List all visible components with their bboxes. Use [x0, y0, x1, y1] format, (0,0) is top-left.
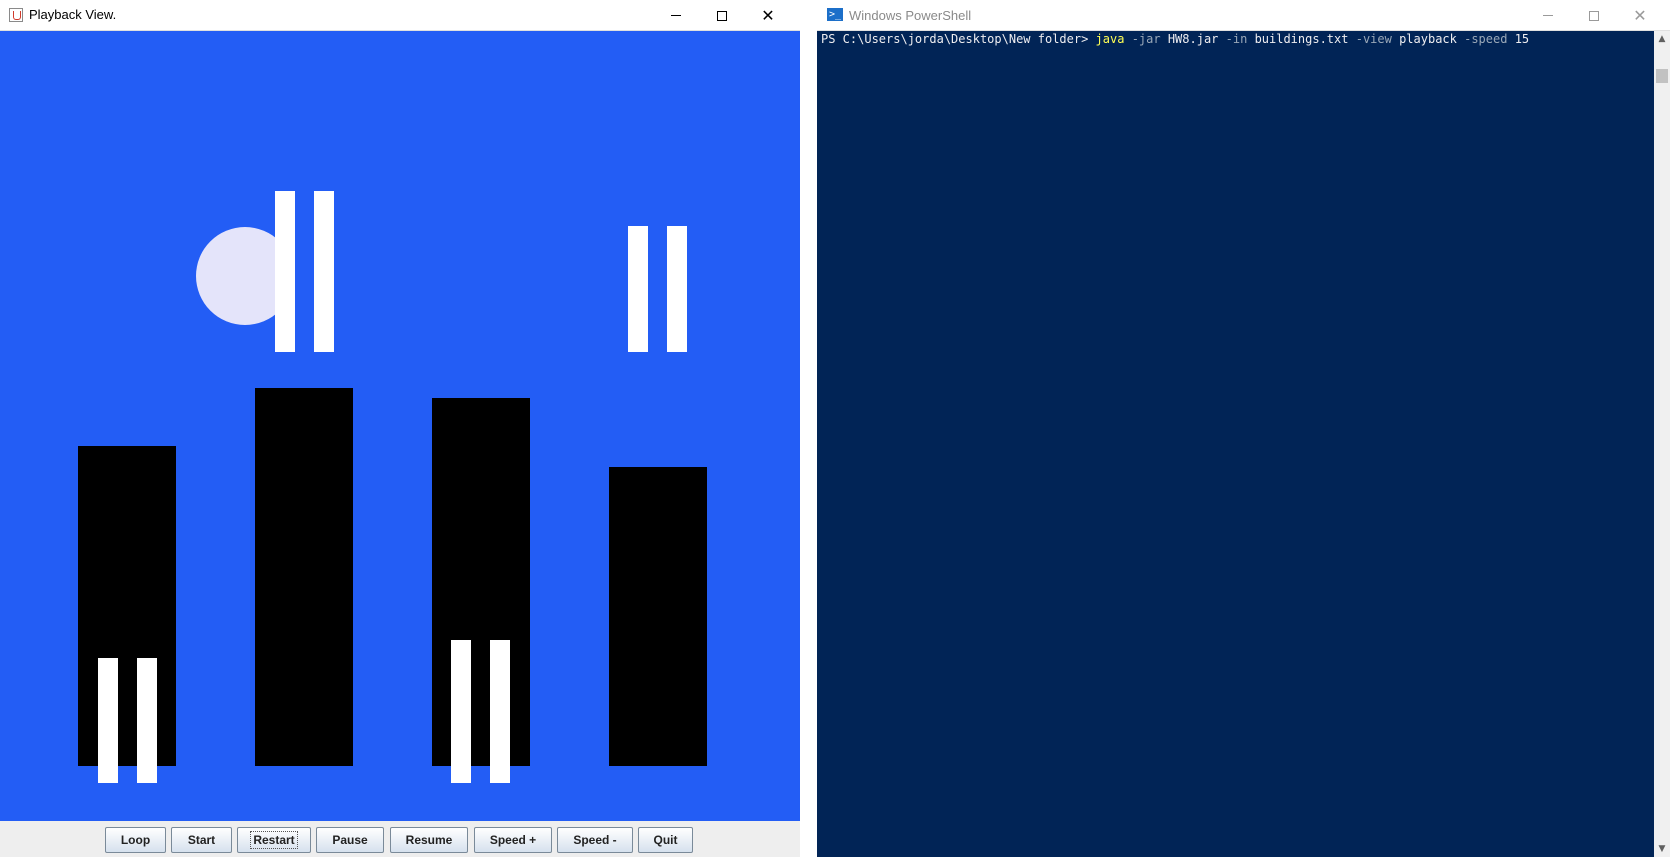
powershell-title: Windows PowerShell: [849, 8, 972, 23]
close-button[interactable]: ✕: [1617, 0, 1663, 31]
building-rect: [78, 446, 176, 766]
speed-up-button[interactable]: Speed +: [474, 827, 552, 853]
command-param: -jar: [1131, 32, 1161, 46]
window-rect: [667, 226, 687, 352]
window-rect: [628, 226, 648, 352]
maximize-button[interactable]: [699, 0, 745, 31]
command-arg: 15: [1514, 32, 1530, 46]
command-name: java: [1095, 32, 1125, 46]
building-rect: [255, 388, 353, 766]
scroll-down-icon[interactable]: ▼: [1654, 841, 1670, 857]
console-prompt: PS C:\Users\jorda\Desktop\New folder>: [821, 32, 1096, 46]
loop-button[interactable]: Loop: [105, 827, 166, 853]
window-title: Playback View.: [29, 7, 117, 22]
speed-down-button[interactable]: Speed -: [557, 827, 633, 853]
command-arg: playback: [1399, 32, 1457, 46]
minimize-button[interactable]: [653, 0, 699, 31]
close-button[interactable]: ✕: [745, 0, 791, 31]
powershell-window: >_ Windows PowerShell ✕ PS C:\Users\jord…: [817, 0, 1670, 857]
control-button-bar: Loop Start Restart Pause Resume Speed + …: [0, 821, 800, 857]
restart-button[interactable]: Restart: [237, 827, 311, 853]
quit-button[interactable]: Quit: [638, 827, 693, 853]
vertical-scrollbar[interactable]: ▲ ▼: [1654, 31, 1670, 857]
pause-button[interactable]: Pause: [316, 827, 384, 853]
building-rect: [609, 467, 707, 766]
console-output[interactable]: PS C:\Users\jorda\Desktop\New folder> ja…: [821, 31, 1654, 858]
command-arg: buildings.txt: [1254, 32, 1349, 46]
command-param: -view: [1355, 32, 1392, 46]
scroll-up-icon[interactable]: ▲: [1654, 31, 1670, 47]
window-rect: [275, 191, 295, 352]
playback-window: Playback View. ✕ Loop Start Restart Paus…: [0, 0, 800, 857]
start-button[interactable]: Start: [171, 827, 232, 853]
window-rect: [98, 658, 118, 783]
scrollbar-thumb[interactable]: [1656, 69, 1668, 83]
building-rect: [432, 398, 530, 766]
window-rect: [314, 191, 334, 352]
animation-canvas: [0, 31, 800, 821]
window-rect: [490, 640, 510, 783]
command-arg: HW8.jar: [1167, 32, 1219, 46]
resume-button[interactable]: Resume: [390, 827, 468, 853]
command-param: -speed: [1464, 32, 1508, 46]
maximize-button[interactable]: [1571, 0, 1617, 31]
powershell-titlebar[interactable]: >_ Windows PowerShell ✕: [817, 0, 1670, 31]
window-rect: [137, 658, 157, 783]
powershell-app-icon: >_: [827, 8, 843, 21]
window-rect: [451, 640, 471, 783]
playback-titlebar[interactable]: Playback View. ✕: [0, 0, 800, 31]
java-app-icon: [9, 8, 23, 22]
minimize-button[interactable]: [1525, 0, 1571, 31]
command-param: -in: [1225, 32, 1248, 46]
